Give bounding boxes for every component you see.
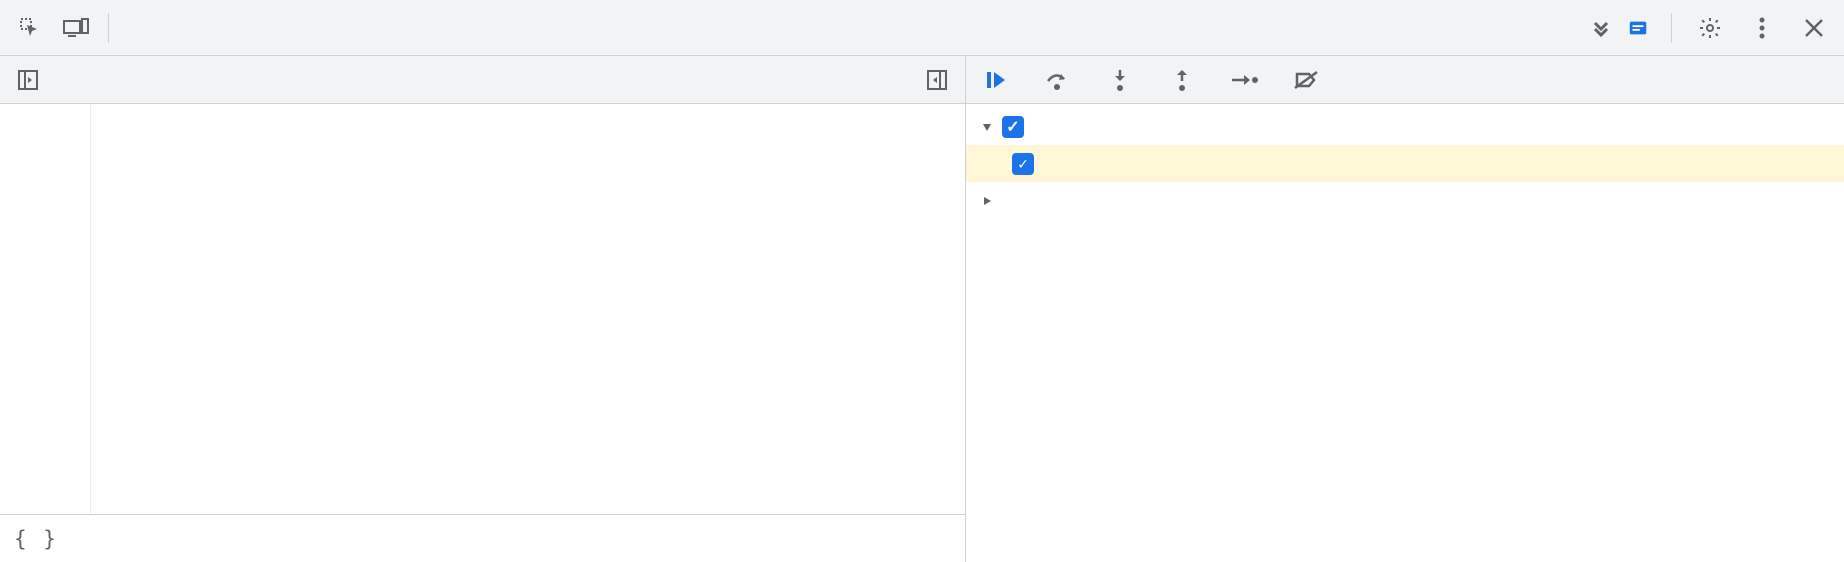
breakpoint-category[interactable] [966,108,1844,145]
gutter-border [90,104,108,514]
step-icon[interactable] [1226,62,1262,98]
more-tabs-icon[interactable] [1581,8,1621,48]
navigator-toggle-icon[interactable] [8,60,48,100]
collapse-triangle-icon[interactable] [980,194,994,208]
breakpoint-section[interactable] [966,182,1844,219]
debug-toolbar [966,56,1844,104]
divider [108,13,109,43]
main-content: { } [0,56,1844,562]
step-into-icon[interactable] [1102,62,1138,98]
expand-triangle-icon[interactable] [980,120,994,134]
toolbar-right [1627,8,1834,48]
item-checkbox[interactable] [1012,153,1034,175]
file-tabs-bar [0,56,965,104]
debugger-toggle-icon[interactable] [917,60,957,100]
sources-panel: { } [0,56,966,562]
divider [1671,13,1672,43]
device-toolbar-icon[interactable] [56,8,96,48]
deactivate-breakpoints-icon[interactable] [1288,62,1324,98]
step-over-icon[interactable] [1040,62,1076,98]
settings-gear-icon[interactable] [1690,8,1730,48]
panel-tabs [129,0,1575,55]
step-out-icon[interactable] [1164,62,1200,98]
editor-status-bar: { } [0,514,965,562]
devtools-main-toolbar [0,0,1844,56]
breakpoint-item[interactable] [966,145,1844,182]
resume-icon[interactable] [978,62,1014,98]
debugger-panel [966,56,1844,562]
close-icon[interactable] [1794,8,1834,48]
code-editor[interactable] [0,104,965,514]
category-checkbox[interactable] [1002,116,1024,138]
inspect-element-icon[interactable] [10,8,50,48]
kebab-menu-icon[interactable] [1742,8,1782,48]
pretty-print-icon[interactable]: { } [14,527,58,551]
breakpoints-tree [966,104,1844,562]
code-lines[interactable] [108,104,965,514]
issues-badge[interactable] [1627,17,1653,39]
line-gutter [0,104,90,514]
